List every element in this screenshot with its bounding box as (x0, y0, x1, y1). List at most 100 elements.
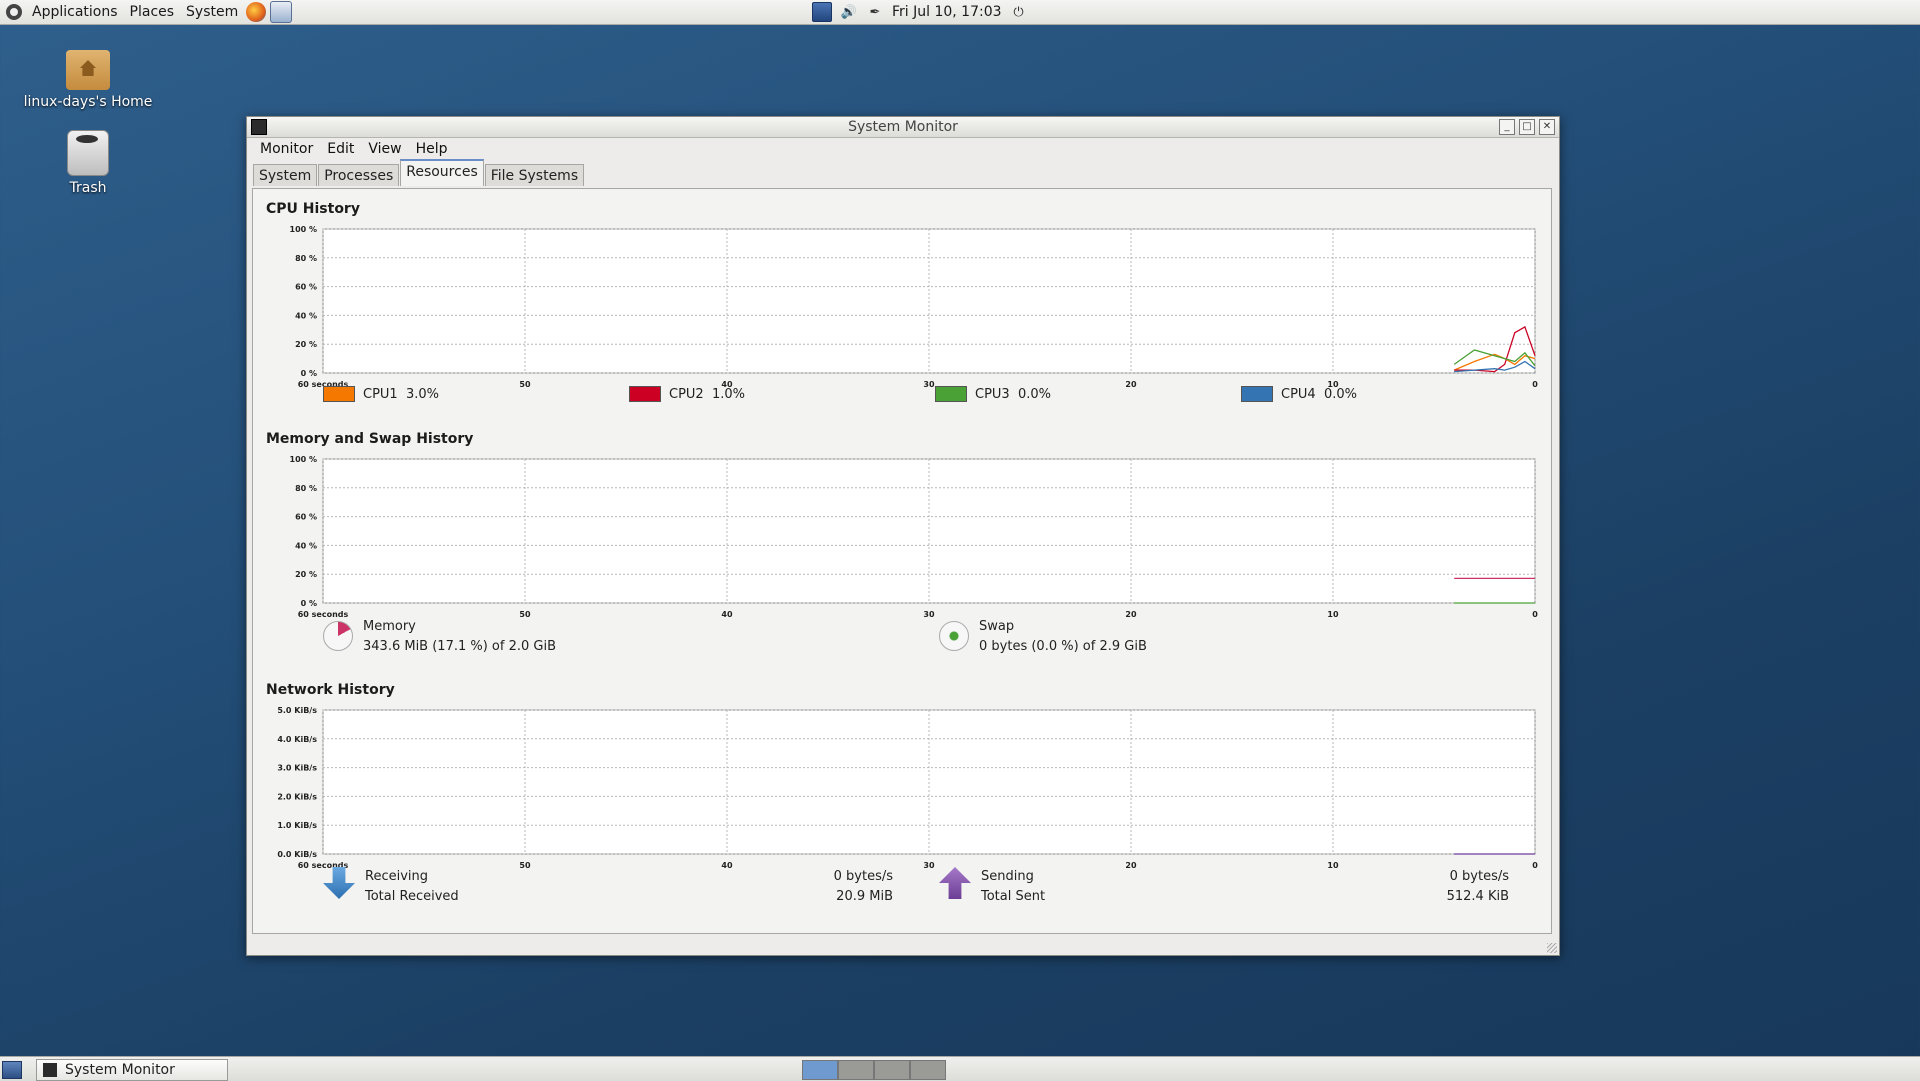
desktop-home-label: linux-days's Home (23, 94, 153, 110)
graphs-canvas: 100 %80 %60 %40 %20 %0 %60 seconds 50 40 30… (277, 225, 1538, 870)
workspace-3[interactable] (874, 1060, 910, 1080)
cpu-plot-area (322, 228, 1536, 374)
tab-processes[interactable]: Processes (318, 164, 400, 186)
trash-can-icon (67, 130, 109, 176)
sending-label: Sending (981, 869, 1034, 884)
show-desktop-icon[interactable] (2, 1061, 22, 1079)
cpu3-legend: CPU3 0.0% (935, 386, 1051, 402)
cpu-y-tick-label: 40 % (295, 311, 317, 320)
menu-help[interactable]: Help (409, 141, 455, 157)
memory-y-tick-label: 60 % (295, 513, 317, 522)
memory-pie-icon[interactable] (323, 621, 353, 651)
memory-x-tick-label: 10 (1327, 610, 1339, 619)
cpu-x-tick-label: 50 (519, 380, 531, 389)
cpu-y-tick-label: 60 % (295, 283, 317, 292)
memory-x-tick-label: 30 (923, 610, 935, 619)
network-x-tick-label: 0 (1532, 861, 1538, 870)
memory-y-tick-label: 100 % (290, 455, 318, 464)
receiving-values: 0 bytes/s 20.9 MiB (793, 867, 893, 907)
swap-label: Swap (979, 619, 1015, 634)
clock[interactable]: Fri Jul 10, 17:03 (892, 4, 1002, 20)
menu-monitor[interactable]: Monitor (253, 141, 320, 157)
maximize-button[interactable]: □ (1519, 119, 1535, 135)
cpu3-value: 0.0% (1017, 386, 1051, 402)
tab-resources[interactable]: Resources (400, 159, 484, 186)
workspace-2[interactable] (838, 1060, 874, 1080)
home-folder-icon (66, 50, 110, 90)
close-button[interactable]: ✕ (1539, 119, 1555, 135)
resize-grip[interactable] (1547, 943, 1557, 953)
cpu-x-tick-label: 30 (923, 380, 935, 389)
swap-value: 0 bytes (0.0 %) of 2.9 GiB (979, 639, 1147, 654)
swap-info: Swap 0 bytes (0.0 %) of 2.9 GiB (939, 617, 1147, 657)
tab-file-systems[interactable]: File Systems (484, 164, 585, 186)
cpu-series-cpu2 (1454, 325, 1536, 373)
window-titlebar[interactable]: System Monitor _ □ ✕ (247, 117, 1559, 138)
ui-tool-icon[interactable]: ✒ (866, 3, 884, 21)
cpu-series-cpu3 (1453, 349, 1536, 367)
desktop-trash-icon[interactable]: Trash (23, 130, 153, 196)
memory-x-tick-label: 0 (1532, 610, 1538, 619)
firefox-launcher-icon[interactable] (246, 2, 267, 22)
window-title: System Monitor (848, 119, 958, 135)
volume-icon[interactable]: 🔊 (840, 3, 858, 21)
memory-info: Memory 343.6 MiB (17.1 %) of 2.0 GiB (323, 617, 556, 657)
sending-values: 0 bytes/s 512.4 KiB (1409, 867, 1509, 907)
cpu3-name: CPU3 (975, 386, 1010, 402)
workspace-1[interactable] (802, 1060, 838, 1080)
memory-plot-area (322, 458, 1536, 604)
system-monitor-window: System Monitor _ □ ✕ Monitor Edit View H… (246, 116, 1560, 956)
system-monitor-task-icon (43, 1063, 57, 1077)
cpu2-color-swatch[interactable] (629, 386, 661, 402)
cpu-y-tick-label: 20 % (295, 340, 317, 349)
tab-system[interactable]: System (253, 164, 318, 186)
memory-y-tick-label: 20 % (295, 570, 317, 579)
applications-menu[interactable]: Applications (26, 0, 124, 24)
desktop-home-icon[interactable]: linux-days's Home (23, 50, 153, 110)
total-received-value: 20.9 MiB (836, 889, 893, 904)
memory-value: 343.6 MiB (17.1 %) of 2.0 GiB (363, 639, 557, 654)
cpu-y-tick-label: 100 % (290, 225, 318, 234)
network-x-tick-label: 30 (923, 861, 935, 870)
total-received-label: Total Received (365, 889, 459, 904)
cpu-y-tick-label: 80 % (295, 254, 317, 263)
cpu1-color-swatch[interactable] (323, 386, 355, 402)
sending-value: 0 bytes/s (1449, 869, 1509, 884)
cpu2-value: 1.0% (711, 386, 745, 402)
cpu2-name: CPU2 (669, 386, 704, 402)
menu-view[interactable]: View (361, 141, 408, 157)
cpu-x-tick-label: 20 (1125, 380, 1137, 389)
distro-logo-icon[interactable] (6, 4, 22, 20)
system-menu[interactable]: System (180, 0, 244, 24)
memory-x-tick-label: 40 (721, 610, 733, 619)
memory-y-tick-label: 0 % (301, 599, 317, 608)
cpu-history-title: CPU History (266, 201, 360, 217)
cpu4-name: CPU4 (1281, 386, 1316, 402)
mail-launcher-icon[interactable] (270, 1, 293, 23)
cpu-y-tick-label: 0 % (301, 369, 317, 378)
minimize-button[interactable]: _ (1499, 119, 1515, 135)
swap-pie-icon[interactable] (939, 621, 969, 651)
network-x-tick-label: 10 (1327, 861, 1339, 870)
places-menu[interactable]: Places (124, 0, 181, 24)
tab-bar: System Processes Resources File Systems (247, 159, 1559, 186)
cpu-x-tick-label: 0 (1532, 380, 1538, 389)
download-arrow-icon[interactable] (323, 867, 355, 899)
power-icon[interactable]: ⏻ (1010, 3, 1028, 21)
cpu3-color-swatch[interactable] (935, 386, 967, 402)
menu-edit[interactable]: Edit (320, 141, 361, 157)
network-x-tick-label: 50 (519, 861, 531, 870)
receiving-value: 0 bytes/s (833, 869, 893, 884)
taskbar-system-monitor[interactable]: System Monitor (36, 1059, 228, 1081)
network-y-tick-label: 2.0 KiB/s (277, 792, 317, 801)
upload-arrow-icon[interactable] (939, 867, 971, 899)
total-sent-label: Total Sent (981, 889, 1046, 904)
cpu4-color-swatch[interactable] (1241, 386, 1273, 402)
bottom-panel: System Monitor (0, 1056, 1920, 1081)
workspace-4[interactable] (910, 1060, 946, 1080)
system-tray: 🔊 ✒ Fri Jul 10, 17:03 ⏻ (812, 0, 1028, 24)
window-app-icon[interactable] (251, 119, 267, 135)
network-y-tick-label: 1.0 KiB/s (277, 821, 317, 830)
network-manager-icon[interactable] (812, 2, 832, 22)
network-y-tick-label: 4.0 KiB/s (277, 735, 317, 744)
